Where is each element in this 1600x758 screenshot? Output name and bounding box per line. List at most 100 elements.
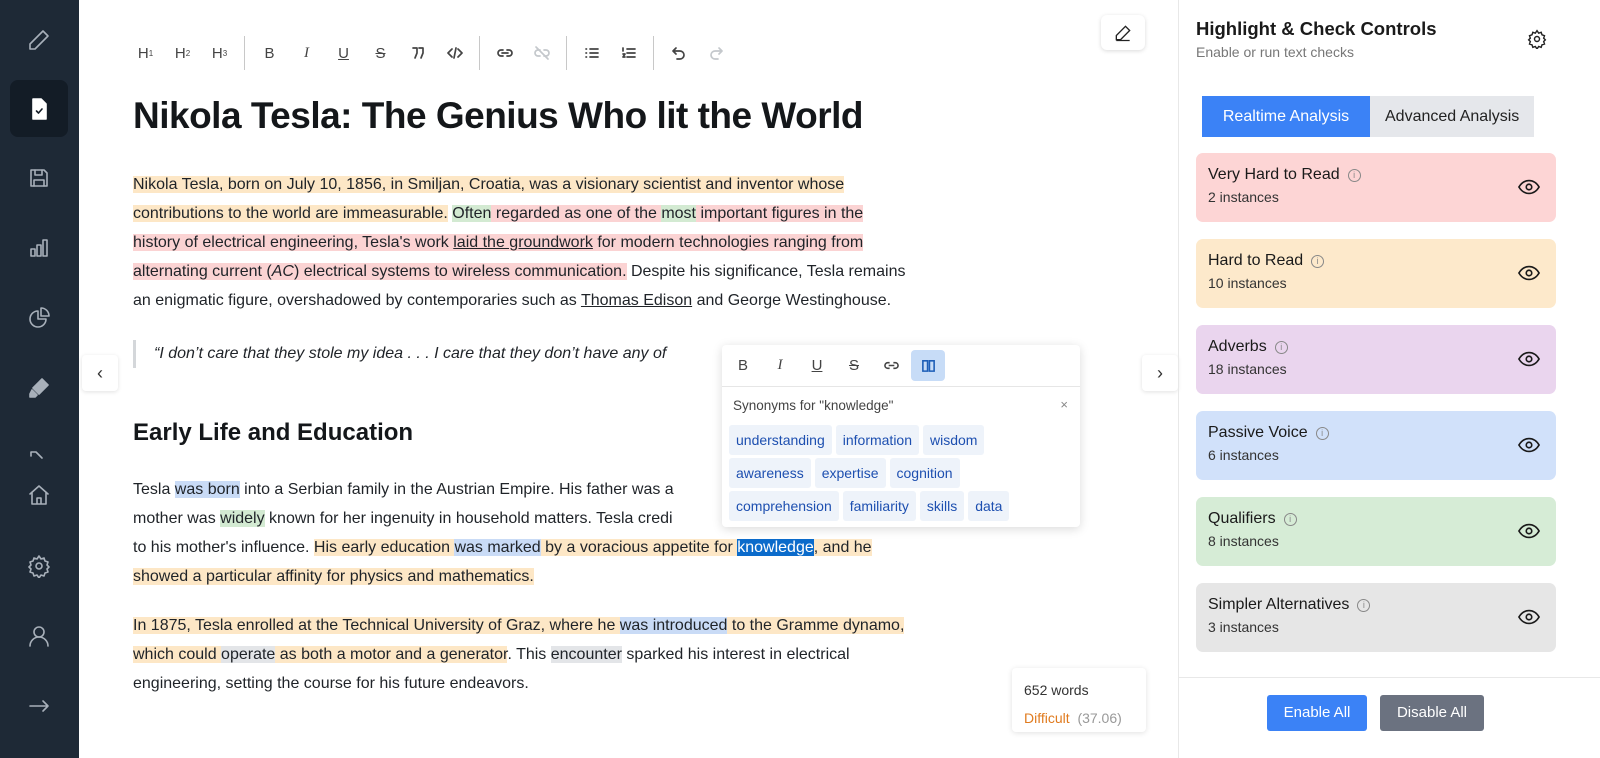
check-card[interactable]: Hard to Read i 10 instances [1196, 239, 1556, 308]
highlighted-text[interactable]: Thomas Edison [581, 292, 692, 309]
popup-italic-button[interactable]: I [763, 350, 797, 381]
highlighted-text[interactable]: Nikola Tesla, born on July 10, 1856, in … [133, 176, 845, 193]
bold-button[interactable]: B [251, 37, 288, 69]
synonym-chip[interactable]: familiarity [842, 491, 916, 521]
highlighted-text[interactable]: was born [174, 481, 240, 498]
check-card[interactable]: Passive Voice i 6 instances [1196, 411, 1556, 480]
synonym-chip[interactable]: wisdom [923, 425, 985, 455]
eye-icon[interactable] [1518, 178, 1540, 196]
info-icon[interactable]: i [1347, 168, 1361, 182]
highlighted-text[interactable]: which could [133, 646, 222, 663]
highlighted-text[interactable]: laid the groundwork [453, 234, 593, 251]
strikethrough-button[interactable]: S [362, 37, 399, 69]
highlighted-text[interactable]: as both a motor and a generator [275, 646, 508, 663]
synonym-chip[interactable]: skills [919, 491, 965, 521]
highlighted-text[interactable]: AC [271, 263, 294, 280]
tab-advanced-analysis[interactable]: Advanced Analysis [1370, 96, 1535, 137]
highlighted-text[interactable]: to the Gramme dynamo, [727, 617, 905, 634]
highlighted-text[interactable]: ) electrical systems to wireless communi… [293, 263, 627, 280]
highlighted-text[interactable]: regarded as one of the [491, 205, 662, 222]
highlighted-text[interactable]: , and he [813, 539, 872, 556]
previous-button[interactable]: ‹ [82, 355, 118, 391]
link-button[interactable] [486, 37, 523, 69]
bar-chart-icon[interactable] [20, 229, 58, 267]
bullet-list-button[interactable] [573, 37, 610, 69]
highlighted-text[interactable]: most [661, 205, 696, 222]
document-check-icon[interactable] [10, 80, 68, 137]
disable-all-button[interactable]: Disable All [1380, 695, 1484, 731]
synonym-chip[interactable]: cognition [889, 458, 960, 488]
next-button[interactable]: › [1142, 355, 1178, 391]
info-icon[interactable]: i [1315, 426, 1329, 440]
highlighted-text[interactable]: was introduced [619, 617, 728, 634]
check-card[interactable]: Adverbs i 18 instances [1196, 325, 1556, 394]
blockquote[interactable]: “I don’t care that they stole my idea . … [133, 340, 666, 368]
synonym-chip[interactable]: understanding [729, 425, 832, 455]
paragraph-graz[interactable]: In 1875, Tesla enrolled at the Technical… [133, 611, 905, 698]
settings-icon[interactable] [20, 547, 58, 585]
check-card[interactable]: Very Hard to Read i 2 instances [1196, 153, 1556, 222]
synonym-chip[interactable]: data [968, 491, 1010, 521]
numbered-list-button[interactable] [610, 37, 647, 69]
popup-strike-button[interactable]: S [837, 350, 871, 381]
popup-bold-button[interactable]: B [726, 350, 760, 381]
italic-button[interactable]: I [288, 37, 325, 69]
heading-2-button[interactable]: H2 [164, 37, 201, 69]
info-icon[interactable]: i [1274, 340, 1288, 354]
arrow-right-icon[interactable] [20, 687, 58, 725]
undo-button[interactable] [660, 37, 697, 69]
check-card[interactable]: Simpler Alternatives i 3 instances [1196, 583, 1556, 652]
heading-1-button[interactable]: H1 [127, 37, 164, 69]
highlighted-text[interactable]: encounter [550, 646, 622, 663]
synonym-chip[interactable]: expertise [814, 458, 886, 488]
highlighted-text[interactable]: knowledge [737, 539, 814, 556]
pie-chart-icon[interactable] [20, 299, 58, 337]
user-icon[interactable] [20, 617, 58, 655]
highlighted-text[interactable]: was marked [454, 539, 541, 556]
enable-all-button[interactable]: Enable All [1267, 695, 1367, 731]
highlighted-text[interactable]: Often [452, 205, 492, 222]
highlighter-icon[interactable] [20, 369, 58, 407]
partial-icon[interactable] [20, 440, 58, 460]
eye-icon[interactable] [1518, 350, 1540, 368]
close-icon[interactable]: × [1060, 397, 1068, 412]
check-card[interactable]: Qualifiers i 8 instances [1196, 497, 1556, 566]
code-button[interactable] [436, 37, 473, 69]
popup-link-button[interactable] [874, 350, 908, 381]
paragraph-intro[interactable]: Nikola Tesla, born on July 10, 1856, in … [133, 170, 905, 315]
redo-button[interactable] [697, 37, 734, 69]
highlighted-text[interactable]: by a voracious appetite for [540, 539, 738, 556]
popup-thesaurus-button[interactable] [911, 350, 945, 381]
synonym-chip[interactable]: information [835, 425, 920, 455]
synonym-chip[interactable]: awareness [729, 458, 811, 488]
gear-icon[interactable] [1527, 29, 1547, 49]
highlighted-text[interactable]: contributions to the world are immeasura… [133, 205, 448, 222]
info-icon[interactable]: i [1311, 254, 1325, 268]
quote-button[interactable] [399, 37, 436, 69]
save-icon[interactable] [20, 159, 58, 197]
highlighted-text[interactable]: widely [220, 510, 265, 527]
highlighted-text[interactable]: showed a particular affinity for physics… [133, 568, 534, 585]
home-icon[interactable] [20, 476, 58, 514]
highlighted-text[interactable]: for modern technologies ranging from [592, 234, 864, 251]
tab-realtime-analysis[interactable]: Realtime Analysis [1202, 96, 1370, 137]
eye-icon[interactable] [1518, 264, 1540, 282]
info-icon[interactable]: i [1357, 598, 1371, 612]
highlighted-text[interactable]: His early education [313, 539, 455, 556]
highlighted-text[interactable]: operate [221, 646, 276, 663]
eye-icon[interactable] [1518, 522, 1540, 540]
info-icon[interactable]: i [1283, 512, 1297, 526]
eye-icon[interactable] [1518, 608, 1540, 626]
underline-button[interactable]: U [325, 37, 362, 69]
unlink-button[interactable] [523, 37, 560, 69]
eye-icon[interactable] [1518, 436, 1540, 454]
highlighted-text[interactable]: In 1875, Tesla enrolled at the Technical… [133, 617, 620, 634]
highlighted-text[interactable]: important figures in the [696, 205, 864, 222]
edit-mode-button[interactable] [1101, 15, 1145, 50]
heading-3-button[interactable]: H3 [201, 37, 238, 69]
highlighted-text[interactable]: history of electrical engineering, Tesla… [133, 234, 454, 251]
synonym-chip[interactable]: comprehension [729, 491, 839, 521]
pencil-icon[interactable] [20, 21, 58, 59]
highlighted-text[interactable]: alternating current ( [133, 263, 272, 280]
popup-underline-button[interactable]: U [800, 350, 834, 381]
